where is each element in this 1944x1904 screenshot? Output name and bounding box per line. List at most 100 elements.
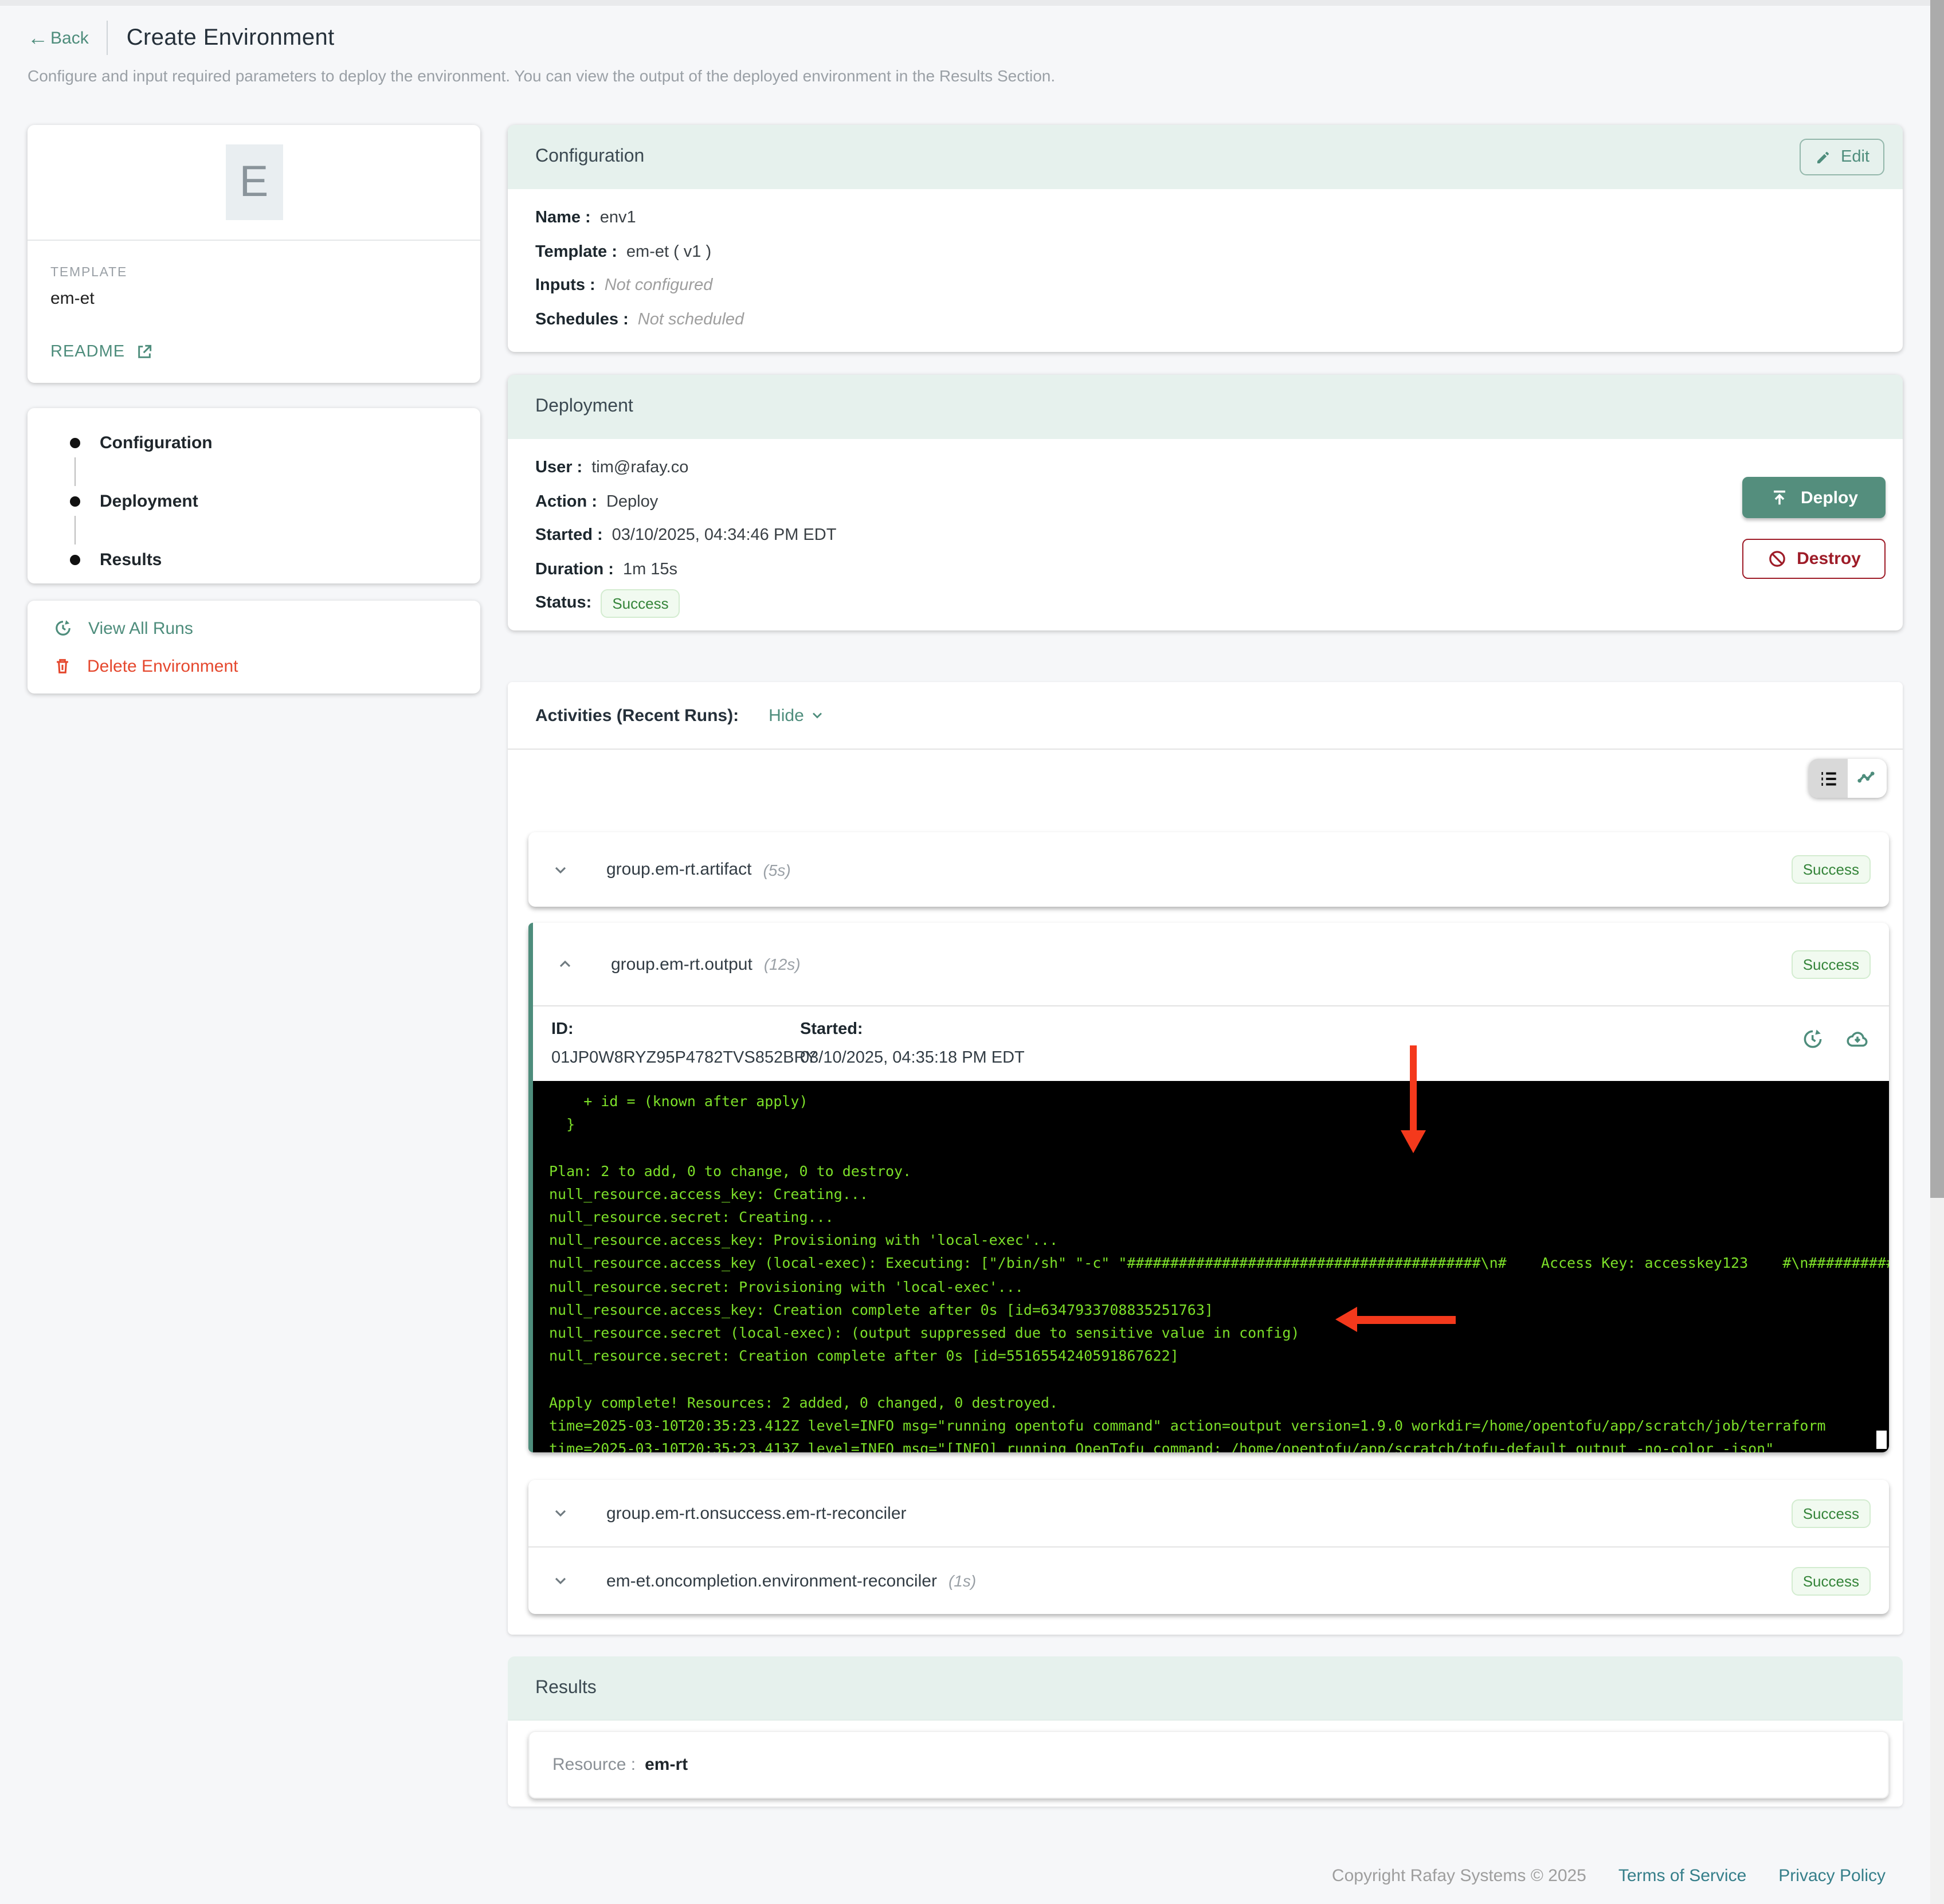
hide-toggle[interactable]: Hide (769, 706, 826, 725)
field-schedules: Schedules : Not scheduled (535, 310, 1875, 328)
terminal-line: null_resource.secret (local-exec): (outp… (549, 1324, 1300, 1342)
field-inputs: Inputs : Not configured (535, 276, 1875, 295)
back-arrow-icon: ← (28, 26, 48, 49)
edit-button[interactable]: Edit (1800, 139, 1884, 175)
field-label: Schedules : (535, 310, 629, 328)
terminal-line: null_resource.access_key (local-exec): E… (549, 1254, 1889, 1272)
template-card: E TEMPLATE em-et README (28, 125, 480, 383)
field-value: em-et ( v1 ) (626, 242, 712, 261)
deployment-title: Deployment (535, 397, 633, 416)
step-dot-icon (70, 496, 80, 506)
step-label: Deployment (100, 491, 198, 511)
field-label: Status: (535, 594, 592, 612)
pencil-icon (1814, 148, 1832, 166)
avatar: E (225, 144, 283, 220)
clock-refresh-icon[interactable] (1801, 1027, 1825, 1051)
run-id: ID: 01JP0W8RYZ95P4782TVS852BRY (551, 1020, 817, 1067)
annotation-arrow-down-head (1401, 1130, 1426, 1153)
activity-name: group.em-rt.artifact (606, 860, 752, 879)
field-value: 03/10/2025, 04:34:46 PM EDT (612, 526, 837, 544)
terminal-line: null_resource.access_key: Creation compl… (549, 1300, 1213, 1318)
header-divider (107, 21, 108, 55)
template-info: TEMPLATE em-et README (28, 241, 480, 361)
activity-duration: (5s) (763, 860, 791, 879)
activity-row[interactable]: group.em-rt.artifact (5s) Success (528, 832, 1889, 907)
run-id-value: 01JP0W8RYZ95P4782TVS852BRY (551, 1049, 817, 1067)
annotation-arrow-left-head (1335, 1307, 1357, 1332)
readme-link[interactable]: README (50, 343, 457, 361)
chevron-down-icon[interactable] (547, 856, 574, 883)
view-all-runs-link[interactable]: View All Runs (53, 616, 455, 641)
list-view-button[interactable] (1809, 759, 1848, 798)
page-title: Create Environment (126, 25, 335, 50)
field-value: tim@rafay.co (591, 459, 689, 477)
status-badge: Success (1791, 1499, 1871, 1527)
history-icon (53, 618, 73, 638)
field-user: User : tim@rafay.co (535, 459, 1875, 477)
terms-of-service-link[interactable]: Terms of Service (1618, 1866, 1746, 1886)
external-link-icon (135, 343, 154, 361)
hide-label: Hide (769, 706, 804, 725)
terminal-line: Plan: 2 to add, 0 to change, 0 to destro… (549, 1162, 912, 1180)
edit-label: Edit (1841, 148, 1869, 166)
delete-environment-link[interactable]: Delete Environment (53, 653, 455, 679)
activity-card-output: group.em-rt.output (12s) Success ID: 01J… (528, 923, 1889, 1452)
back-link[interactable]: ← Back (28, 28, 89, 48)
activity-name: group.em-rt.output (611, 954, 752, 974)
field-value: Deploy (606, 492, 659, 511)
step-connector (74, 457, 76, 486)
run-actions-card: View All Runs Delete Environment (28, 601, 480, 694)
activity-card-reconcilers: group.em-rt.onsuccess.em-rt-reconciler S… (528, 1480, 1889, 1614)
copyright-text: Copyright Rafay Systems © 2025 (1331, 1866, 1586, 1886)
field-name: Name : env1 (535, 209, 1875, 227)
chevron-down-icon[interactable] (547, 1499, 574, 1527)
field-action: Action : Deploy (535, 492, 1875, 511)
status-badge: Success (1791, 855, 1871, 884)
annotation-arrow-left (1356, 1315, 1456, 1323)
step-deployment[interactable]: Deployment (70, 489, 480, 512)
step-results[interactable]: Results (70, 548, 480, 571)
terminal-line: } (549, 1115, 575, 1133)
run-metadata: ID: 01JP0W8RYZ95P4782TVS852BRY Started: … (528, 1006, 1889, 1082)
terminal-scrollbar-thumb[interactable] (1876, 1431, 1887, 1449)
field-label: Started : (535, 526, 603, 544)
status-badge: Success (601, 589, 680, 617)
activity-duration: (12s) (763, 955, 801, 973)
field-template: Template : em-et ( v1 ) (535, 242, 1875, 261)
terminal-output[interactable]: + id = (known after apply) } Plan: 2 to … (533, 1081, 1889, 1452)
timeline-view-button[interactable] (1848, 759, 1887, 798)
field-value: 1m 15s (622, 560, 678, 578)
upload-icon (1770, 488, 1789, 507)
field-label: Duration : (535, 560, 614, 578)
step-label: Results (100, 550, 162, 569)
chevron-up-icon[interactable] (551, 950, 579, 978)
field-label: User : (535, 459, 583, 477)
status-badge: Success (1791, 1566, 1871, 1595)
cloud-download-icon[interactable] (1844, 1027, 1871, 1051)
view-mode-toggle (1809, 759, 1887, 798)
activity-row[interactable]: group.em-rt.output (12s) Success (528, 923, 1889, 1006)
terminal-line: null_resource.access_key: Provisioning w… (549, 1231, 1059, 1249)
page-scrollbar-track[interactable] (1930, 0, 1944, 1904)
activity-row[interactable]: group.em-rt.onsuccess.em-rt-reconciler S… (528, 1480, 1889, 1548)
chevron-down-icon[interactable] (547, 1567, 574, 1594)
run-started-value: 03/10/2025, 04:35:18 PM EDT (800, 1049, 1025, 1067)
chevron-down-icon (813, 712, 822, 719)
destroy-button[interactable]: Destroy (1742, 539, 1886, 579)
privacy-policy-link[interactable]: Privacy Policy (1778, 1866, 1886, 1886)
destroy-label: Destroy (1797, 549, 1861, 569)
trash-icon (53, 656, 72, 676)
step-configuration[interactable]: Configuration (70, 431, 480, 454)
resource-label: Resource : (552, 1755, 636, 1774)
activity-name: group.em-rt.onsuccess.em-rt-reconciler (606, 1503, 907, 1523)
deploy-button[interactable]: Deploy (1742, 477, 1886, 518)
annotation-arrow-down (1410, 1045, 1417, 1130)
page-scrollbar-thumb[interactable] (1930, 0, 1944, 1198)
terminal-line: time=2025-03-10T20:35:23.412Z level=INFO… (549, 1416, 1826, 1434)
terminal-line: null_resource.secret: Provisioning with … (549, 1278, 1024, 1295)
page-footer: Copyright Rafay Systems © 2025 Terms of … (1332, 1866, 1886, 1886)
activity-row[interactable]: em-et.oncompletion.environment-reconcile… (528, 1548, 1889, 1614)
create-environment-page: ← Back Create Environment Configure and … (0, 0, 1944, 1904)
template-label: TEMPLATE (50, 266, 128, 280)
